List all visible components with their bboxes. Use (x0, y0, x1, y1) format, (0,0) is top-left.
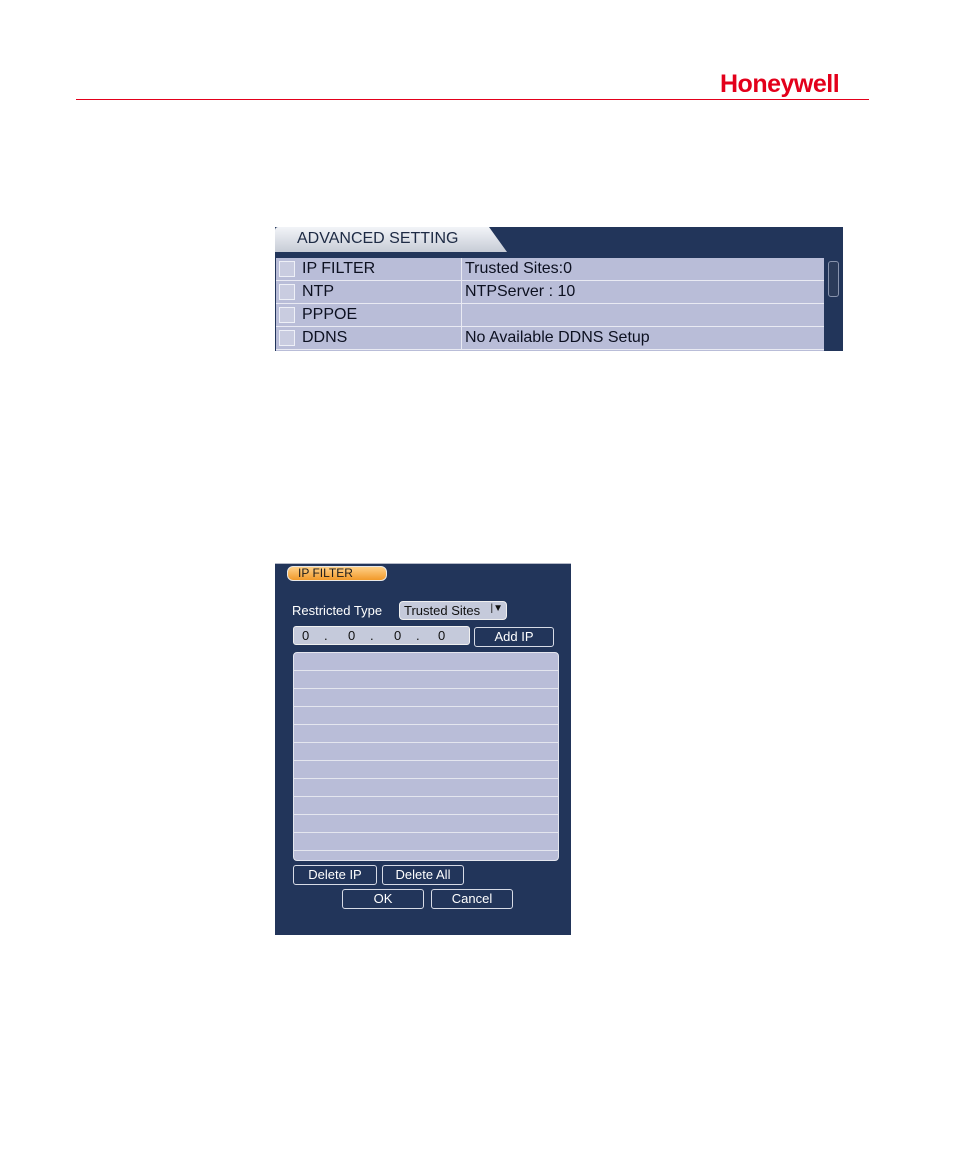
honeywell-logo: Honeywell (720, 70, 840, 98)
table-row[interactable] (294, 779, 558, 797)
tab-advanced-setting[interactable]: ADVANCED SETTING (275, 227, 507, 252)
scrollbar[interactable] (826, 258, 841, 351)
table-row[interactable] (294, 833, 558, 851)
tab-ip-filter[interactable]: IP FILTER (287, 566, 387, 581)
list-item-ip-filter[interactable]: IP FILTER Trusted Sites:0 (276, 258, 824, 281)
restricted-type-value: Trusted Sites (404, 603, 481, 618)
checkbox[interactable] (279, 330, 295, 346)
cancel-button[interactable]: Cancel (431, 889, 513, 909)
table-row[interactable] (294, 743, 558, 761)
list-item-ddns[interactable]: DDNS No Available DDNS Setup (276, 327, 824, 350)
advanced-setting-title: ADVANCED SETTING (297, 230, 459, 247)
scrollbar-thumb[interactable] (828, 261, 839, 297)
item-value: No Available DDNS Setup (465, 329, 650, 346)
item-name: IP FILTER (302, 260, 376, 277)
item-name: DDNS (302, 329, 348, 346)
ip-octet-2[interactable]: 0 (348, 628, 355, 643)
table-row[interactable] (294, 707, 558, 725)
ok-button[interactable]: OK (342, 889, 424, 909)
advanced-setting-panel: ADVANCED SETTING IP FILTER Trusted Sites… (275, 227, 843, 351)
column-divider (461, 327, 462, 349)
table-row[interactable] (294, 797, 558, 815)
table-row[interactable] (294, 653, 558, 671)
ip-dot: . (370, 628, 374, 643)
column-divider (461, 258, 462, 280)
ip-address-input[interactable]: 0 . 0 . 0 . 0 (293, 626, 470, 645)
ip-octet-4[interactable]: 0 (438, 628, 445, 643)
table-row[interactable] (294, 815, 558, 833)
checkbox[interactable] (279, 284, 295, 300)
item-value: Trusted Sites:0 (465, 260, 573, 277)
ip-filter-title: IP FILTER (298, 566, 353, 580)
item-name: NTP (302, 283, 334, 300)
table-row[interactable] (294, 761, 558, 779)
add-ip-button[interactable]: Add IP (474, 627, 554, 647)
advanced-setting-list: IP FILTER Trusted Sites:0 NTP NTPServer … (276, 258, 824, 351)
table-row[interactable] (294, 689, 558, 707)
ip-dot: . (416, 628, 420, 643)
header-rule (76, 99, 869, 100)
ip-list-table[interactable] (293, 652, 559, 861)
ip-dot: . (324, 628, 328, 643)
table-row[interactable] (294, 725, 558, 743)
list-item-pppoe[interactable]: PPPOE (276, 304, 824, 327)
checkbox[interactable] (279, 307, 295, 323)
item-name: PPPOE (302, 306, 358, 323)
table-row[interactable] (294, 671, 558, 689)
chevron-down-icon: |▼ (490, 603, 504, 614)
restricted-type-label: Restricted Type (292, 603, 383, 618)
checkbox[interactable] (279, 261, 295, 277)
column-divider (461, 281, 462, 303)
delete-all-button[interactable]: Delete All (382, 865, 464, 885)
delete-ip-button[interactable]: Delete IP (293, 865, 377, 885)
ip-octet-1[interactable]: 0 (302, 628, 309, 643)
ip-octet-3[interactable]: 0 (394, 628, 401, 643)
restricted-type-select[interactable]: Trusted Sites |▼ (399, 601, 507, 620)
column-divider (461, 304, 462, 326)
list-item-ntp[interactable]: NTP NTPServer : 10 (276, 281, 824, 304)
manual-page: Honeywell ADVANCED SETTING IP FILTER Tru… (0, 0, 954, 1157)
item-value: NTPServer : 10 (465, 283, 576, 300)
ip-filter-dialog: IP FILTER Restricted Type Trusted Sites … (275, 563, 571, 935)
